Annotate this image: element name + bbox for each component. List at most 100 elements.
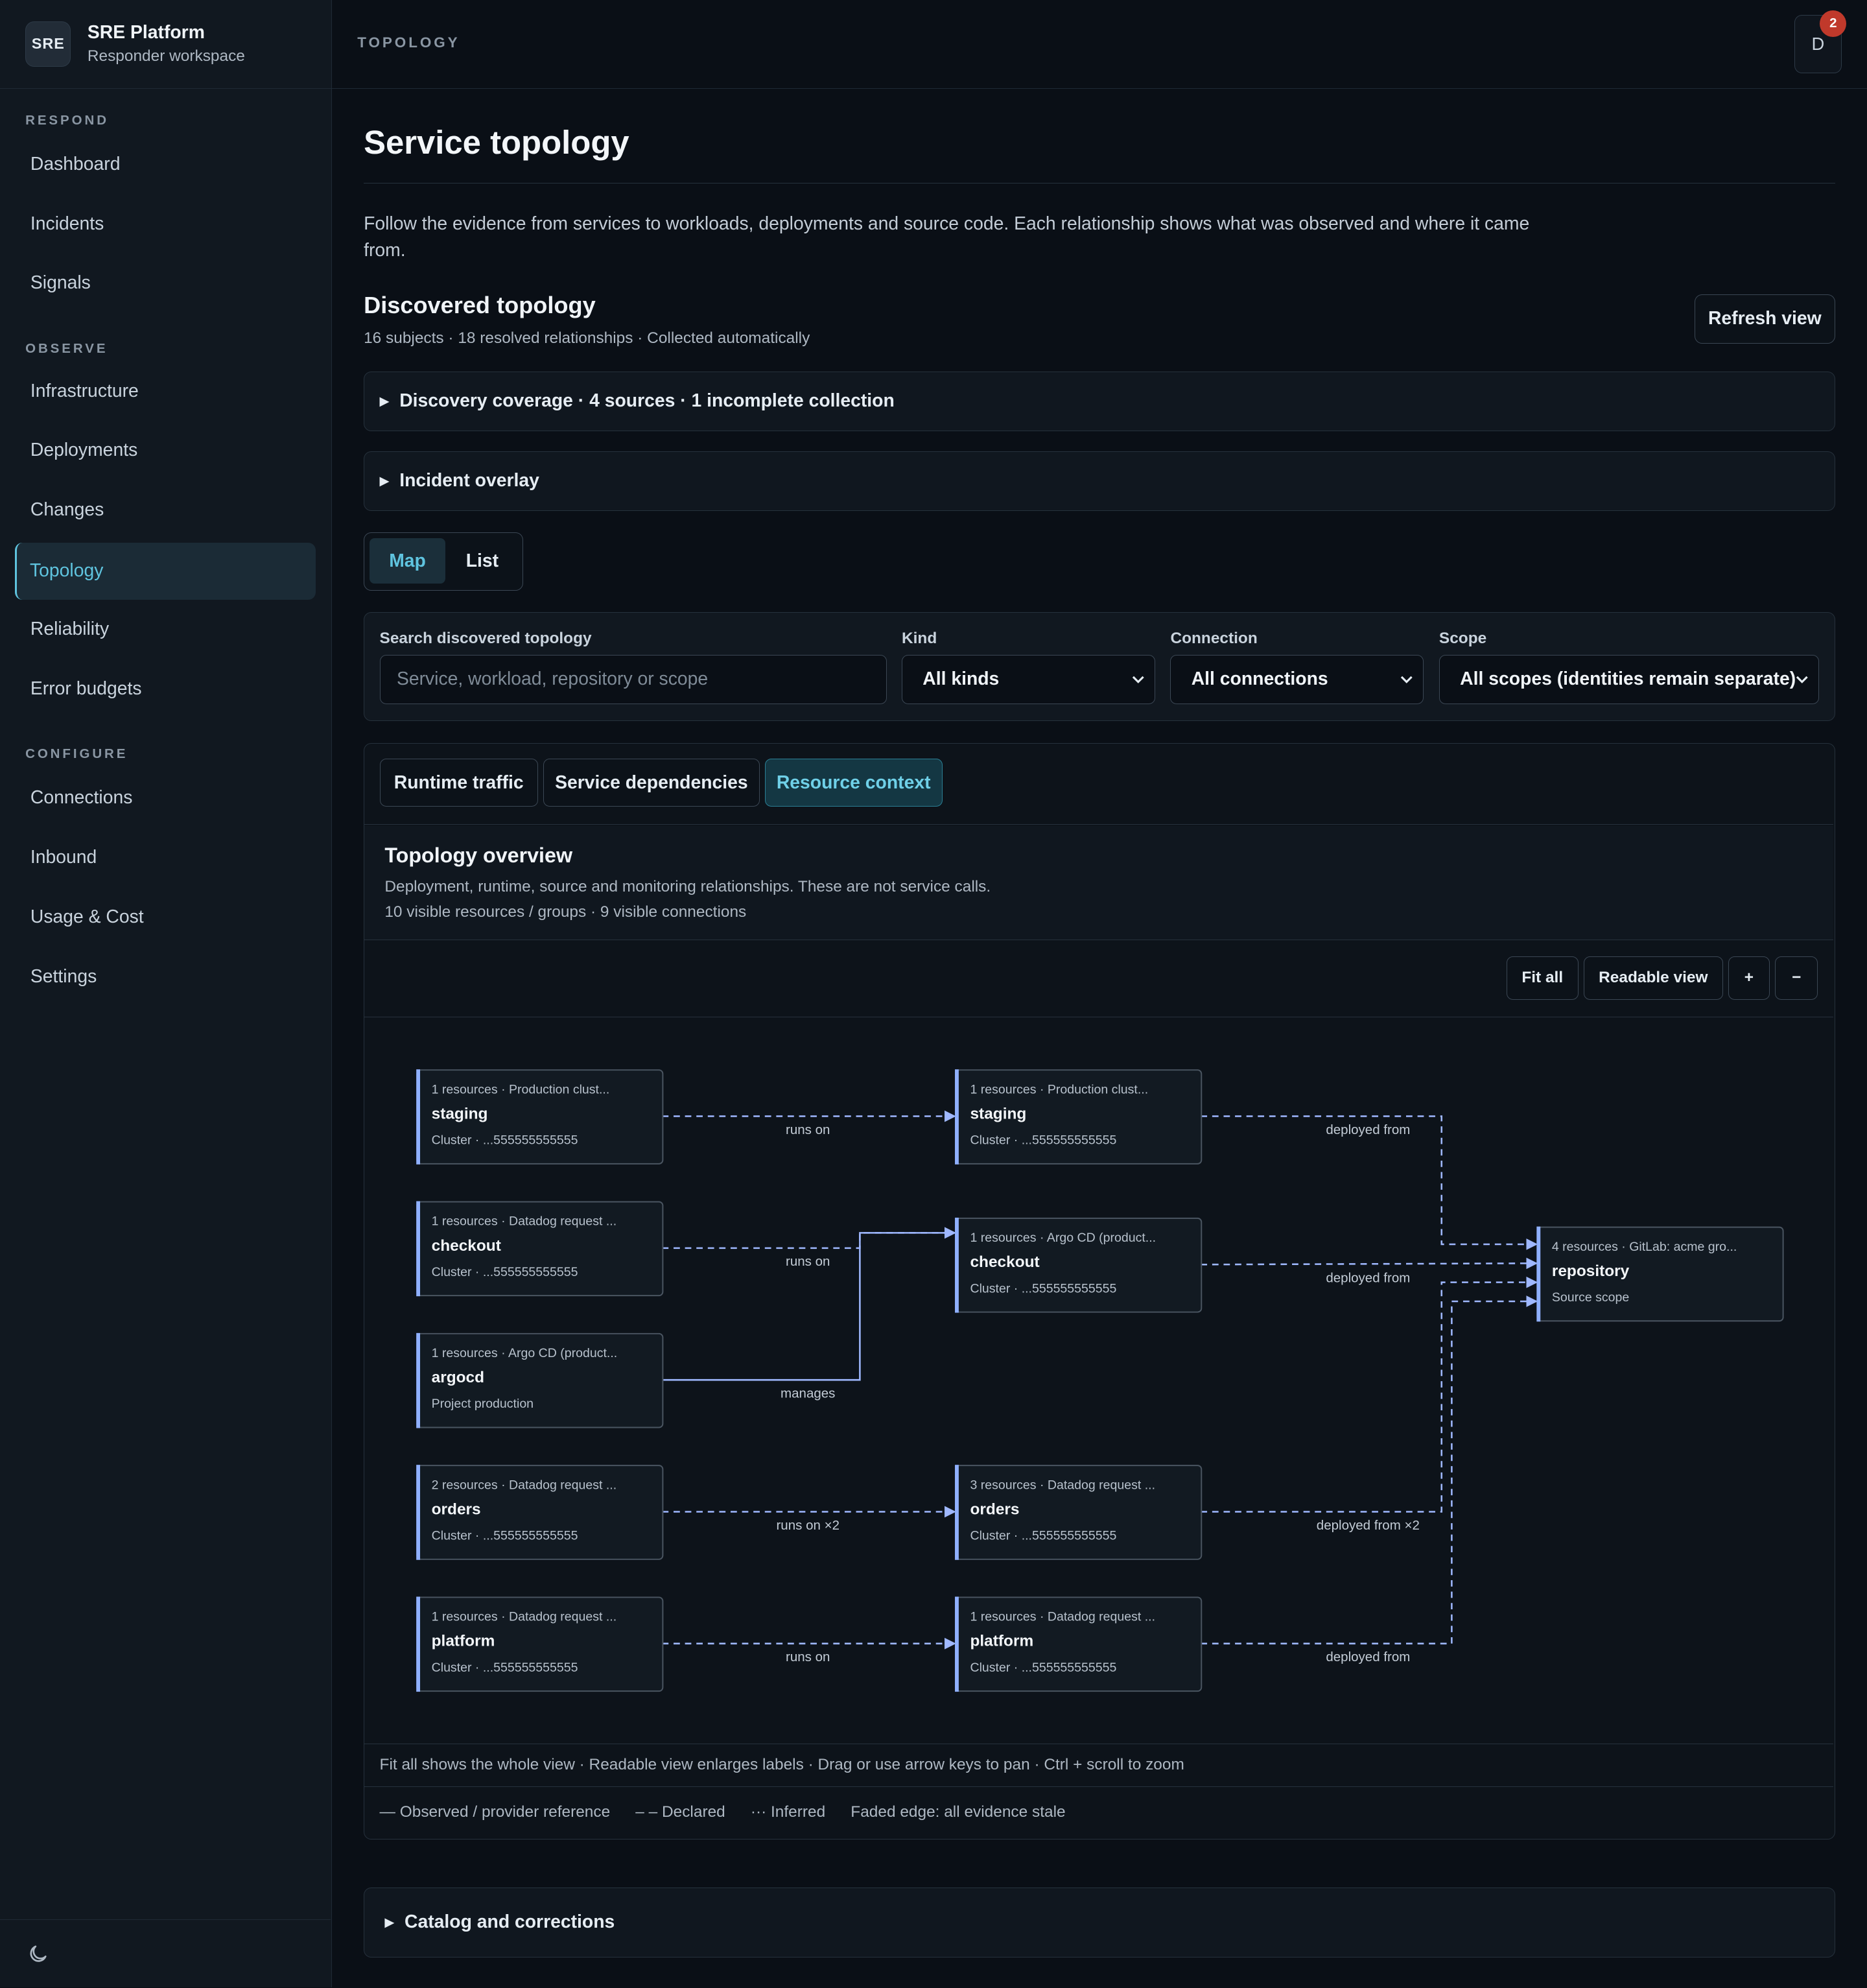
kind-select[interactable]: All kinds bbox=[901, 654, 1155, 704]
node-name: orders bbox=[432, 1500, 481, 1518]
node-meta: 1 resources · Argo CD (product... bbox=[970, 1231, 1157, 1245]
graph-node[interactable]: 4 resources · GitLab: acme gro... reposit… bbox=[1536, 1226, 1784, 1322]
nav-section-respond: RESPOND bbox=[25, 112, 109, 128]
zoom-in-button[interactable]: + bbox=[1728, 956, 1770, 1000]
section-summary: 16 subjects · 18 resolved relationships … bbox=[364, 329, 810, 348]
node-subtitle: Cluster · ...555555555555 bbox=[970, 1133, 1117, 1147]
view-list-button[interactable]: List bbox=[445, 538, 519, 584]
graph-hints: Fit all shows the whole view · Readable … bbox=[364, 1744, 1833, 1787]
graph-node[interactable]: 2 resources · Datadog request ... orders C… bbox=[416, 1465, 664, 1560]
sidebar-item-dashboard[interactable]: Dashboard bbox=[15, 136, 315, 193]
node-meta: 3 resources · Datadog request ... bbox=[970, 1478, 1156, 1492]
node-name: repository bbox=[1552, 1262, 1630, 1280]
graph-node[interactable]: 1 resources · Datadog request ... platfor… bbox=[416, 1596, 664, 1692]
graph-node[interactable]: 3 resources · Datadog request ... orders C… bbox=[955, 1465, 1203, 1560]
graph-node[interactable]: 1 resources · Argo CD (product... argocd P… bbox=[416, 1332, 664, 1428]
brand-logo: SRE bbox=[25, 21, 71, 67]
edge-label: runs on bbox=[786, 1254, 830, 1269]
scope-select-value: All scopes (identities remain separate) bbox=[1460, 669, 1796, 690]
sidebar-item-infrastructure[interactable]: Infrastructure bbox=[15, 362, 315, 420]
graph-node[interactable]: 1 resources · Argo CD (product... checkou… bbox=[955, 1217, 1203, 1313]
sidebar-item-topology[interactable]: Topology bbox=[15, 542, 316, 600]
sidebar-item-deployments[interactable]: Deployments bbox=[15, 422, 315, 479]
node-subtitle: Cluster · ...555555555555 bbox=[970, 1661, 1117, 1675]
node-accent-bar bbox=[955, 1465, 959, 1560]
brand-title: SRE Platform bbox=[87, 22, 205, 43]
edge-label: runs on ×2 bbox=[777, 1518, 840, 1533]
graph-edge[interactable] bbox=[662, 1227, 956, 1249]
catalog-corrections-toggle[interactable]: ▶ Catalog and corrections bbox=[364, 1887, 1835, 1958]
connection-label: Connection bbox=[1170, 629, 1258, 647]
node-subtitle: Cluster · ...555555555555 bbox=[970, 1528, 1117, 1543]
catalog-corrections-label: Catalog and corrections bbox=[405, 1911, 615, 1933]
sidebar-item-reliability[interactable]: Reliability bbox=[15, 601, 315, 658]
view-toggle: Map List bbox=[364, 532, 524, 591]
title-divider bbox=[364, 182, 1835, 184]
graph-node[interactable]: 1 resources · Datadog request ... platfor… bbox=[955, 1596, 1203, 1692]
overview-title: Topology overview bbox=[384, 844, 573, 868]
sidebar: SRE SRE Platform Responder workspace RES… bbox=[0, 0, 333, 1988]
sidebar-item-incidents[interactable]: Incidents bbox=[15, 195, 315, 252]
node-subtitle: Cluster · ...555555555555 bbox=[432, 1133, 578, 1147]
sidebar-item-inbound[interactable]: Inbound bbox=[15, 829, 315, 886]
tab-resource-context[interactable]: Resource context bbox=[764, 759, 943, 807]
edge-label: deployed from ×2 bbox=[1317, 1518, 1420, 1533]
graph-node[interactable]: 1 resources · Production clust... staging… bbox=[416, 1069, 664, 1165]
theme-toggle bbox=[0, 1919, 331, 1988]
sidebar-item-usage-cost[interactable]: Usage & Cost bbox=[15, 888, 315, 945]
tab-runtime-traffic[interactable]: Runtime traffic bbox=[379, 759, 538, 807]
discovery-coverage-label: Discovery coverage · 4 sources · 1 incom… bbox=[399, 390, 895, 412]
graph-edge[interactable] bbox=[1201, 1276, 1538, 1513]
zoom-out-button[interactable]: − bbox=[1774, 956, 1818, 1000]
node-name: orders bbox=[970, 1500, 1020, 1518]
node-name: staging bbox=[970, 1105, 1027, 1122]
fit-all-button[interactable]: Fit all bbox=[1506, 956, 1579, 1000]
sidebar-item-connections[interactable]: Connections bbox=[15, 770, 315, 827]
node-meta: 1 resources · Production clust... bbox=[432, 1082, 610, 1096]
sidebar-item-error-budgets[interactable]: Error budgets bbox=[15, 661, 315, 718]
readable-view-button[interactable]: Readable view bbox=[1583, 956, 1723, 1000]
connection-select[interactable]: All connections bbox=[1170, 654, 1424, 704]
graph-canvas[interactable]: runs on runs on manages runs on ×2 runs on de… bbox=[364, 1019, 1833, 1744]
search-input[interactable]: Service, workload, repository or scope bbox=[379, 654, 887, 704]
incident-overlay-toggle[interactable]: ▶ Incident overlay bbox=[364, 451, 1835, 511]
chevron-down-icon bbox=[1796, 676, 1808, 684]
graph-node[interactable]: 1 resources · Production clust... staging… bbox=[955, 1069, 1203, 1165]
graph-node[interactable]: 1 resources · Datadog request ... checkou… bbox=[416, 1201, 664, 1297]
triangle-right-icon: ▶ bbox=[379, 473, 390, 488]
node-subtitle: Cluster · ...555555555555 bbox=[970, 1281, 1117, 1296]
node-name: platform bbox=[970, 1633, 1034, 1650]
graph-edge[interactable] bbox=[1201, 1257, 1538, 1270]
page-title: Service topology bbox=[364, 123, 629, 161]
node-subtitle: Project production bbox=[432, 1397, 534, 1411]
moon-icon[interactable] bbox=[27, 1943, 49, 1965]
notification-badge: 2 bbox=[1820, 10, 1847, 37]
chevron-down-icon bbox=[1401, 676, 1413, 684]
page-intro: Follow the evidence from services to wor… bbox=[364, 213, 1530, 261]
kind-label: Kind bbox=[901, 629, 937, 647]
edge-label: runs on bbox=[786, 1122, 830, 1137]
tab-service-dependencies[interactable]: Service dependencies bbox=[543, 759, 760, 807]
graph-edge[interactable] bbox=[1201, 1295, 1538, 1644]
legend-inferred: ··· Inferred bbox=[750, 1803, 826, 1821]
legend-observed: — Observed / provider reference bbox=[379, 1803, 611, 1821]
view-map-button[interactable]: Map bbox=[369, 538, 446, 584]
node-meta: 1 resources · Datadog request ... bbox=[432, 1609, 617, 1624]
breadcrumb: TOPOLOGY bbox=[357, 34, 460, 51]
edge-label: deployed from bbox=[1326, 1270, 1410, 1285]
sidebar-item-changes[interactable]: Changes bbox=[15, 482, 315, 539]
topology-graph[interactable]: runs on runs on manages runs on ×2 runs on de… bbox=[364, 1019, 1833, 1744]
edge-label: deployed from bbox=[1326, 1650, 1410, 1664]
refresh-view-button[interactable]: Refresh view bbox=[1694, 294, 1835, 344]
discovery-coverage-toggle[interactable]: ▶ Discovery coverage · 4 sources · 1 inc… bbox=[364, 371, 1835, 431]
scope-select[interactable]: All scopes (identities remain separate) bbox=[1438, 654, 1820, 704]
search-label: Search discovered topology bbox=[379, 629, 592, 647]
sidebar-item-signals[interactable]: Signals bbox=[15, 255, 315, 312]
scope-label: Scope bbox=[1438, 629, 1487, 647]
incident-overlay-label: Incident overlay bbox=[399, 470, 539, 491]
brand-subtitle: Responder workspace bbox=[87, 47, 245, 65]
sidebar-item-settings[interactable]: Settings bbox=[15, 948, 315, 1005]
connection-select-value: All connections bbox=[1191, 669, 1328, 690]
filter-bar: Search discovered topology Service, work… bbox=[364, 612, 1835, 722]
section-title: Discovered topology bbox=[364, 291, 596, 318]
